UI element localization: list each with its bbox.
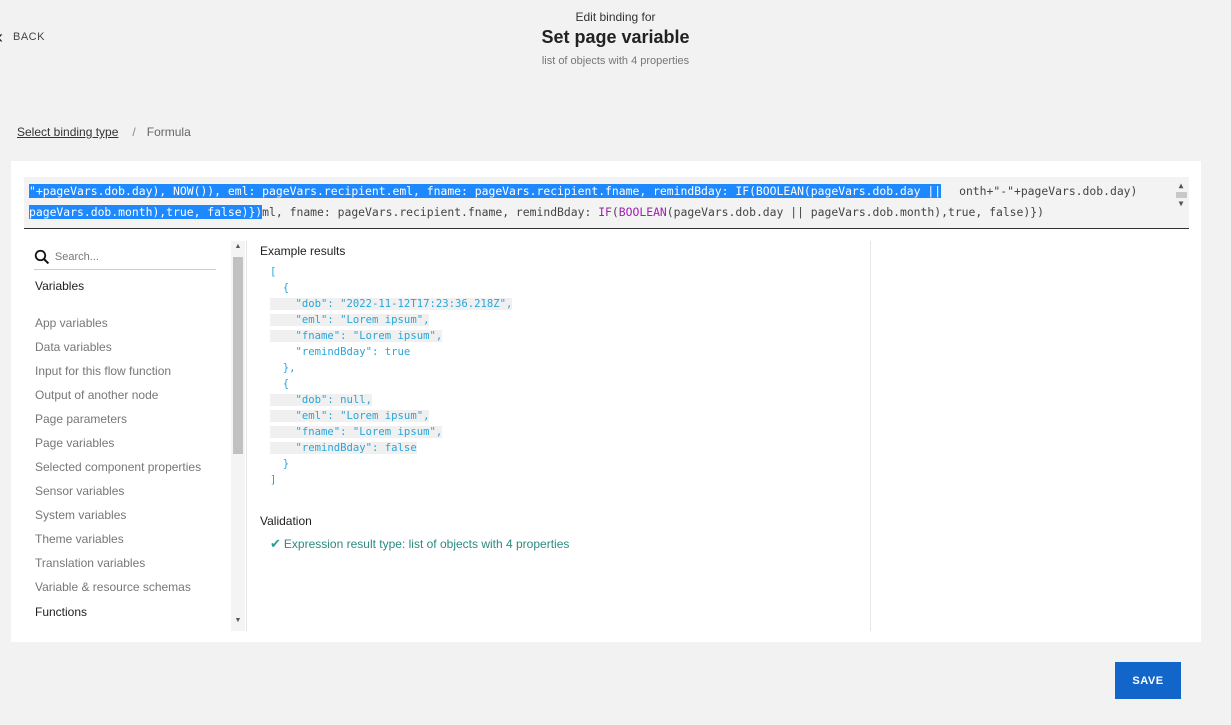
json-line: ] (270, 474, 277, 486)
save-button[interactable]: SAVE (1115, 662, 1181, 699)
formula-editor[interactable]: "+pageVars.dob.day), NOW()), eml: pageVa… (24, 177, 1189, 229)
json-line: "eml": "Lorem ipsum", (270, 408, 512, 424)
json-output: [ { "dob": "2022-11-12T17:23:36.218Z", "… (270, 264, 513, 488)
validation-message: ✔ Expression result type: list of object… (270, 536, 569, 552)
breadcrumb-current: Formula (146, 125, 191, 139)
json-line: "fname": "Lorem ipsum", (270, 424, 512, 440)
sidebar-item-page-parameters[interactable]: Page parameters (35, 407, 220, 431)
page-subtitle: list of objects with 4 properties (541, 55, 690, 67)
formula-line-2[interactable]: pageVars.dob.month),true, false)})ml, fn… (29, 202, 1044, 222)
formula-text: (pageVars.dob.day || pageVars.dob.month)… (666, 205, 1044, 219)
breadcrumb-separator: / (132, 125, 136, 139)
sidebar-scroll-thumb[interactable] (233, 257, 243, 454)
formula-text: onth+"-"+pageVars.dob.day) (959, 184, 1138, 198)
sidebar-item-translation-variables[interactable]: Translation variables (35, 551, 220, 575)
search-icon (34, 249, 50, 265)
json-line: { (270, 282, 290, 294)
sidebar-item-page-variables[interactable]: Page variables (35, 431, 220, 455)
json-line: "fname": "Lorem ipsum", (270, 328, 512, 344)
validation-text: Expression result type: list of objects … (283, 537, 570, 551)
formula-function-name: BOOLEAN (618, 205, 667, 219)
header: ‹ BACK Edit binding for Set page variabl… (0, 0, 1231, 80)
sidebar-item-system-variables[interactable]: System variables (35, 503, 220, 527)
checkmark-icon: ✔ (270, 536, 281, 551)
sidebar-scrollbar[interactable]: ▲ ▼ (231, 241, 245, 631)
formula-line-1[interactable]: "+pageVars.dob.day), NOW()), eml: pageVa… (29, 181, 1137, 201)
json-line-text: "remindBday": false (270, 442, 417, 454)
scroll-up-icon[interactable]: ▲ (1173, 181, 1189, 191)
json-line-text: "fname": "Lorem ipsum", (270, 330, 443, 342)
json-line-text: "eml": "Lorem ipsum", (270, 314, 430, 326)
json-line: }, (270, 362, 296, 374)
variables-heading: Variables (35, 279, 85, 293)
scroll-down-icon[interactable]: ▼ (1173, 199, 1189, 209)
sidebar-item-variable-resource-schemas[interactable]: Variable & resource schemas (35, 575, 220, 599)
formula-selection: pageVars.dob.month),true, false)}) (29, 205, 263, 219)
json-line-text: "dob": null, (270, 394, 373, 406)
search-box[interactable] (34, 245, 216, 270)
sidebar-item-input-for-flow-function[interactable]: Input for this flow function (35, 359, 220, 383)
sidebar-item-output-of-another-node[interactable]: Output of another node (35, 383, 220, 407)
json-line: { (270, 378, 290, 390)
formula-text: ( (611, 205, 619, 219)
formula-selection: "+pageVars.dob.day), NOW()), eml: pageVa… (29, 184, 942, 198)
json-line: "remindBday": true (270, 346, 411, 358)
validation-heading: Validation (260, 514, 312, 528)
json-line: "dob": "2022-11-12T17:23:36.218Z", (270, 296, 513, 312)
json-line: "remindBday": false (270, 440, 512, 456)
json-line: "dob": null, (270, 392, 512, 408)
example-results-pane: Example results [ { "dob": "2022-11-12T1… (260, 241, 871, 631)
functions-heading[interactable]: Functions (35, 605, 87, 619)
formula-scroll-thumb[interactable] (1175, 192, 1187, 198)
scroll-down-icon[interactable]: ▼ (231, 615, 245, 627)
sidebar-item-theme-variables[interactable]: Theme variables (35, 527, 220, 551)
json-line: [ (270, 266, 277, 278)
variables-sidebar: Variables App variables Data variables I… (24, 241, 247, 631)
search-input[interactable] (52, 250, 216, 264)
formula-scrollbar[interactable]: ▲ ▼ (1173, 181, 1189, 227)
json-line: } (270, 458, 290, 470)
sidebar-item-data-variables[interactable]: Data variables (35, 335, 220, 359)
json-line-text: "eml": "Lorem ipsum", (270, 410, 430, 422)
example-results-heading: Example results (260, 244, 346, 258)
json-line-text: "fname": "Lorem ipsum", (270, 426, 443, 438)
sidebar-item-app-variables[interactable]: App variables (35, 311, 220, 335)
header-kicker: Edit binding for (575, 10, 656, 24)
scroll-up-icon[interactable]: ▲ (231, 241, 245, 253)
variable-list: App variables Data variables Input for t… (35, 311, 220, 599)
page-title: Set page variable (541, 27, 690, 47)
sidebar-item-sensor-variables[interactable]: Sensor variables (35, 479, 220, 503)
json-line: "eml": "Lorem ipsum", (270, 312, 512, 328)
json-line-text: "dob": "2022-11-12T17:23:36.218Z", (270, 298, 513, 310)
breadcrumb: Select binding type / Formula (17, 125, 191, 139)
formula-text: ml, fname: pageVars.recipient.fname, rem… (262, 205, 599, 219)
formula-function-name: IF (598, 205, 612, 219)
binding-panel: "+pageVars.dob.day), NOW()), eml: pageVa… (11, 161, 1201, 642)
sidebar-item-selected-component-properties[interactable]: Selected component properties (35, 455, 220, 479)
breadcrumb-select-binding-type[interactable]: Select binding type (17, 125, 118, 139)
